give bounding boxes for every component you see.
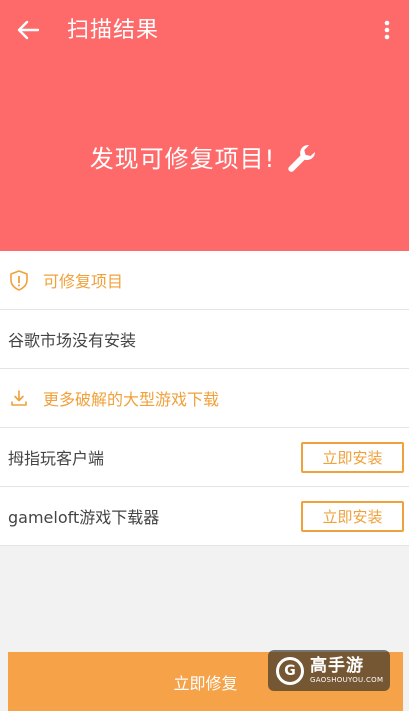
app-name: gameloft游戏下载器 xyxy=(8,508,160,527)
page-title: 扫描结果 xyxy=(67,18,160,43)
app-name: 拇指玩客户端 xyxy=(8,449,105,468)
download-more-link[interactable]: 更多破解的大型游戏下载 xyxy=(0,369,409,428)
watermark-name: 高手游 xyxy=(310,656,364,676)
fixable-section-label: 可修复项目 xyxy=(43,272,124,291)
fixable-section-header: 可修复项目 xyxy=(0,251,409,310)
watermark-logo: G xyxy=(276,656,304,685)
more-options-button[interactable] xyxy=(371,14,403,50)
headline-text: 发现可修复项目! xyxy=(89,145,276,173)
list-item: 拇指玩客户端 立即安装 xyxy=(0,428,409,487)
watermark-text: 高手游 GAOSHOUYOU.COM xyxy=(310,656,383,685)
more-vertical-icon xyxy=(384,20,390,44)
issue-item: 谷歌市场没有安装 xyxy=(0,310,409,369)
watermark-domain: GAOSHOUYOU.COM xyxy=(310,676,384,684)
install-button[interactable]: 立即安装 xyxy=(301,501,404,532)
download-more-label: 更多破解的大型游戏下载 xyxy=(43,390,220,409)
result-list: 可修复项目 谷歌市场没有安装 更多破解的大型游戏下载 拇指玩客户端 立即安装 g… xyxy=(0,251,409,546)
wrench-icon xyxy=(285,142,319,176)
scan-headline: 发现可修复项目! xyxy=(0,140,409,178)
list-item: gameloft游戏下载器 立即安装 xyxy=(0,487,409,546)
issue-item-label: 谷歌市场没有安装 xyxy=(8,331,137,350)
back-button[interactable] xyxy=(10,14,46,50)
arrow-left-icon xyxy=(17,20,40,44)
header: 扫描结果 发现可修复项目! xyxy=(0,0,409,251)
shield-warning-icon xyxy=(9,269,29,291)
watermark: G 高手游 GAOSHOUYOU.COM xyxy=(268,650,390,691)
toolbar: 扫描结果 xyxy=(0,0,409,64)
download-icon xyxy=(9,387,29,409)
install-button[interactable]: 立即安装 xyxy=(301,442,404,473)
